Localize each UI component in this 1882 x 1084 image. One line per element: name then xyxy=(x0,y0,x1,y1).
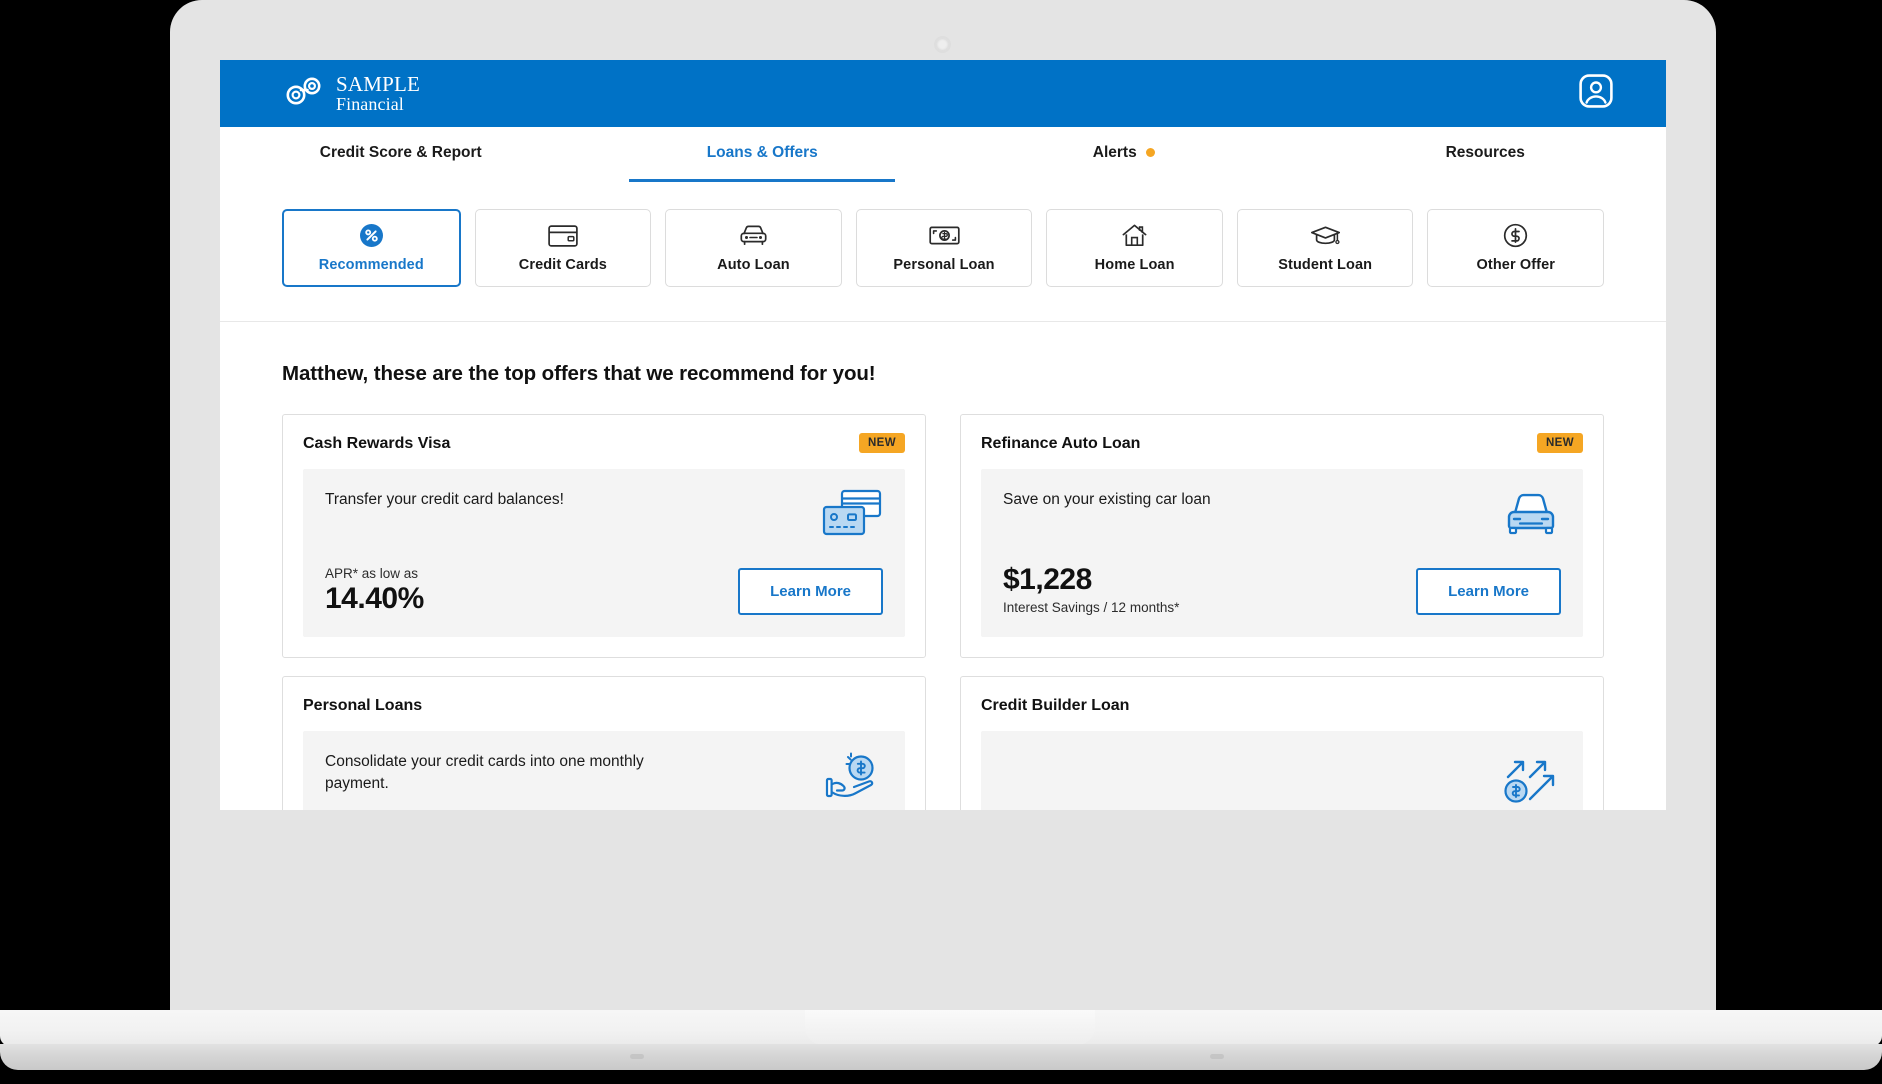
brand-name-secondary: Financial xyxy=(336,95,420,113)
app-header: SAMPLE Financial xyxy=(220,60,1666,127)
laptop-foot-left xyxy=(630,1054,644,1059)
credit-card-icon xyxy=(548,224,578,248)
category-pill-student-loan[interactable]: Student Loan xyxy=(1237,209,1414,287)
offer-card-header: Credit Builder Loan xyxy=(981,695,1583,715)
offers-grid: Cash Rewards Visa NEW Transfer your cred… xyxy=(282,414,1604,810)
car-front-icon xyxy=(738,224,769,248)
category-pill-label: Personal Loan xyxy=(893,257,994,273)
coin-growth-arrows-icon xyxy=(1503,751,1561,808)
primary-nav-tabs: Credit Score & Report Loans & Offers Ale… xyxy=(220,127,1666,183)
offer-title: Personal Loans xyxy=(303,695,422,715)
offer-amount: 14.40% xyxy=(325,583,424,615)
alert-notification-dot xyxy=(1146,148,1155,157)
laptop-base-notch xyxy=(805,1010,1095,1045)
offer-card-refinance-auto-loan[interactable]: Refinance Auto Loan NEW Save on your exi… xyxy=(960,414,1604,658)
credit-cards-stack-icon xyxy=(821,489,883,544)
offer-tagline: Transfer your credit card balances! xyxy=(325,489,564,511)
category-pill-label: Credit Cards xyxy=(519,257,607,273)
tab-label: Credit Score & Report xyxy=(320,144,482,162)
offer-title: Cash Rewards Visa xyxy=(303,433,450,453)
infinity-loop-icon xyxy=(282,76,326,111)
learn-more-button[interactable]: Learn More xyxy=(738,568,883,615)
offer-amount-value: 14.40% xyxy=(325,582,424,615)
offer-card-footer: $1,228 Interest Savings / 12 months* Lea… xyxy=(1003,564,1561,615)
offer-amount-value: $1,228 xyxy=(1003,563,1092,596)
status-badge-new: NEW xyxy=(1537,433,1583,453)
account-person-icon[interactable] xyxy=(1578,73,1614,114)
category-pill-label: Auto Loan xyxy=(717,257,790,273)
category-pill-personal-loan[interactable]: Personal Loan xyxy=(856,209,1033,287)
offer-amount: $1,228 xyxy=(1003,564,1179,596)
offer-tagline: Save on your existing car loan xyxy=(1003,489,1211,511)
offer-card-footer: APR* as low as 14.40% Learn More xyxy=(325,566,883,615)
offer-title: Credit Builder Loan xyxy=(981,695,1129,715)
offer-card-header: Personal Loans xyxy=(303,695,905,715)
category-pill-label: Student Loan xyxy=(1278,257,1372,273)
offer-tagline: Consolidate your credit cards into one m… xyxy=(325,751,655,795)
tab-alerts[interactable]: Alerts xyxy=(943,127,1305,182)
offer-caption-bottom: Interest Savings / 12 months* xyxy=(1003,600,1179,615)
percent-badge-icon xyxy=(359,224,384,248)
category-pill-recommended[interactable]: Recommended xyxy=(282,209,461,287)
brand-text: SAMPLE Financial xyxy=(336,74,420,114)
laptop-foot-right xyxy=(1210,1054,1224,1059)
offer-title: Refinance Auto Loan xyxy=(981,433,1140,453)
offer-card-body: Consolidate your credit cards into one m… xyxy=(303,731,905,810)
category-pill-auto-loan[interactable]: Auto Loan xyxy=(665,209,842,287)
laptop-base-lip xyxy=(0,1044,1882,1070)
laptop-device-frame: SAMPLE Financial Credit Score & Report L… xyxy=(0,0,1882,1084)
offer-caption-top: APR* as low as xyxy=(325,566,424,581)
learn-more-button[interactable]: Learn More xyxy=(1416,568,1561,615)
tab-loans-offers[interactable]: Loans & Offers xyxy=(582,127,944,182)
browser-screen: SAMPLE Financial Credit Score & Report L… xyxy=(220,60,1666,810)
offer-figure: $1,228 Interest Savings / 12 months* xyxy=(1003,564,1179,615)
category-pill-home-loan[interactable]: Home Loan xyxy=(1046,209,1223,287)
tab-label: Alerts xyxy=(1093,144,1137,162)
offer-card-body: Transfer your credit card balances! xyxy=(303,469,905,637)
tab-credit-score-report[interactable]: Credit Score & Report xyxy=(220,127,582,182)
brand-name-primary: SAMPLE xyxy=(336,74,420,95)
offer-figure: APR* as low as 14.40% xyxy=(325,566,424,615)
banknote-dollar-icon xyxy=(929,224,960,248)
offer-card-header: Refinance Auto Loan NEW xyxy=(981,433,1583,453)
offer-card-body: Save on your existing car loan xyxy=(981,469,1583,637)
offer-card-body: Build (or re-build) your credit history … xyxy=(981,731,1583,810)
page-title: Matthew, these are the top offers that w… xyxy=(282,362,1604,386)
tab-resources[interactable]: Resources xyxy=(1305,127,1667,182)
tab-label: Loans & Offers xyxy=(707,144,818,162)
category-pill-other-offer[interactable]: Other Offer xyxy=(1427,209,1604,287)
category-pill-label: Home Loan xyxy=(1095,257,1175,273)
tab-label: Resources xyxy=(1446,144,1525,162)
dollar-circle-icon xyxy=(1503,224,1528,248)
car-front-icon xyxy=(1501,489,1561,544)
category-filter-row: Recommended Credit Cards xyxy=(220,183,1666,322)
brand-logo[interactable]: SAMPLE Financial xyxy=(282,74,420,114)
graduation-cap-icon xyxy=(1310,224,1341,248)
house-icon xyxy=(1121,224,1148,248)
hand-holding-coin-icon xyxy=(821,751,883,808)
category-pill-credit-cards[interactable]: Credit Cards xyxy=(475,209,652,287)
offers-section: Matthew, these are the top offers that w… xyxy=(220,322,1666,810)
offer-card-personal-loans[interactable]: Personal Loans Consolidate your credit c… xyxy=(282,676,926,810)
offer-card-cash-rewards-visa[interactable]: Cash Rewards Visa NEW Transfer your cred… xyxy=(282,414,926,658)
offer-card-header: Cash Rewards Visa NEW xyxy=(303,433,905,453)
category-pill-label: Other Offer xyxy=(1477,257,1555,273)
status-badge-new: NEW xyxy=(859,433,905,453)
category-pill-label: Recommended xyxy=(319,257,424,273)
webcam-icon xyxy=(936,38,949,51)
offer-card-credit-builder-loan[interactable]: Credit Builder Loan xyxy=(960,676,1604,810)
